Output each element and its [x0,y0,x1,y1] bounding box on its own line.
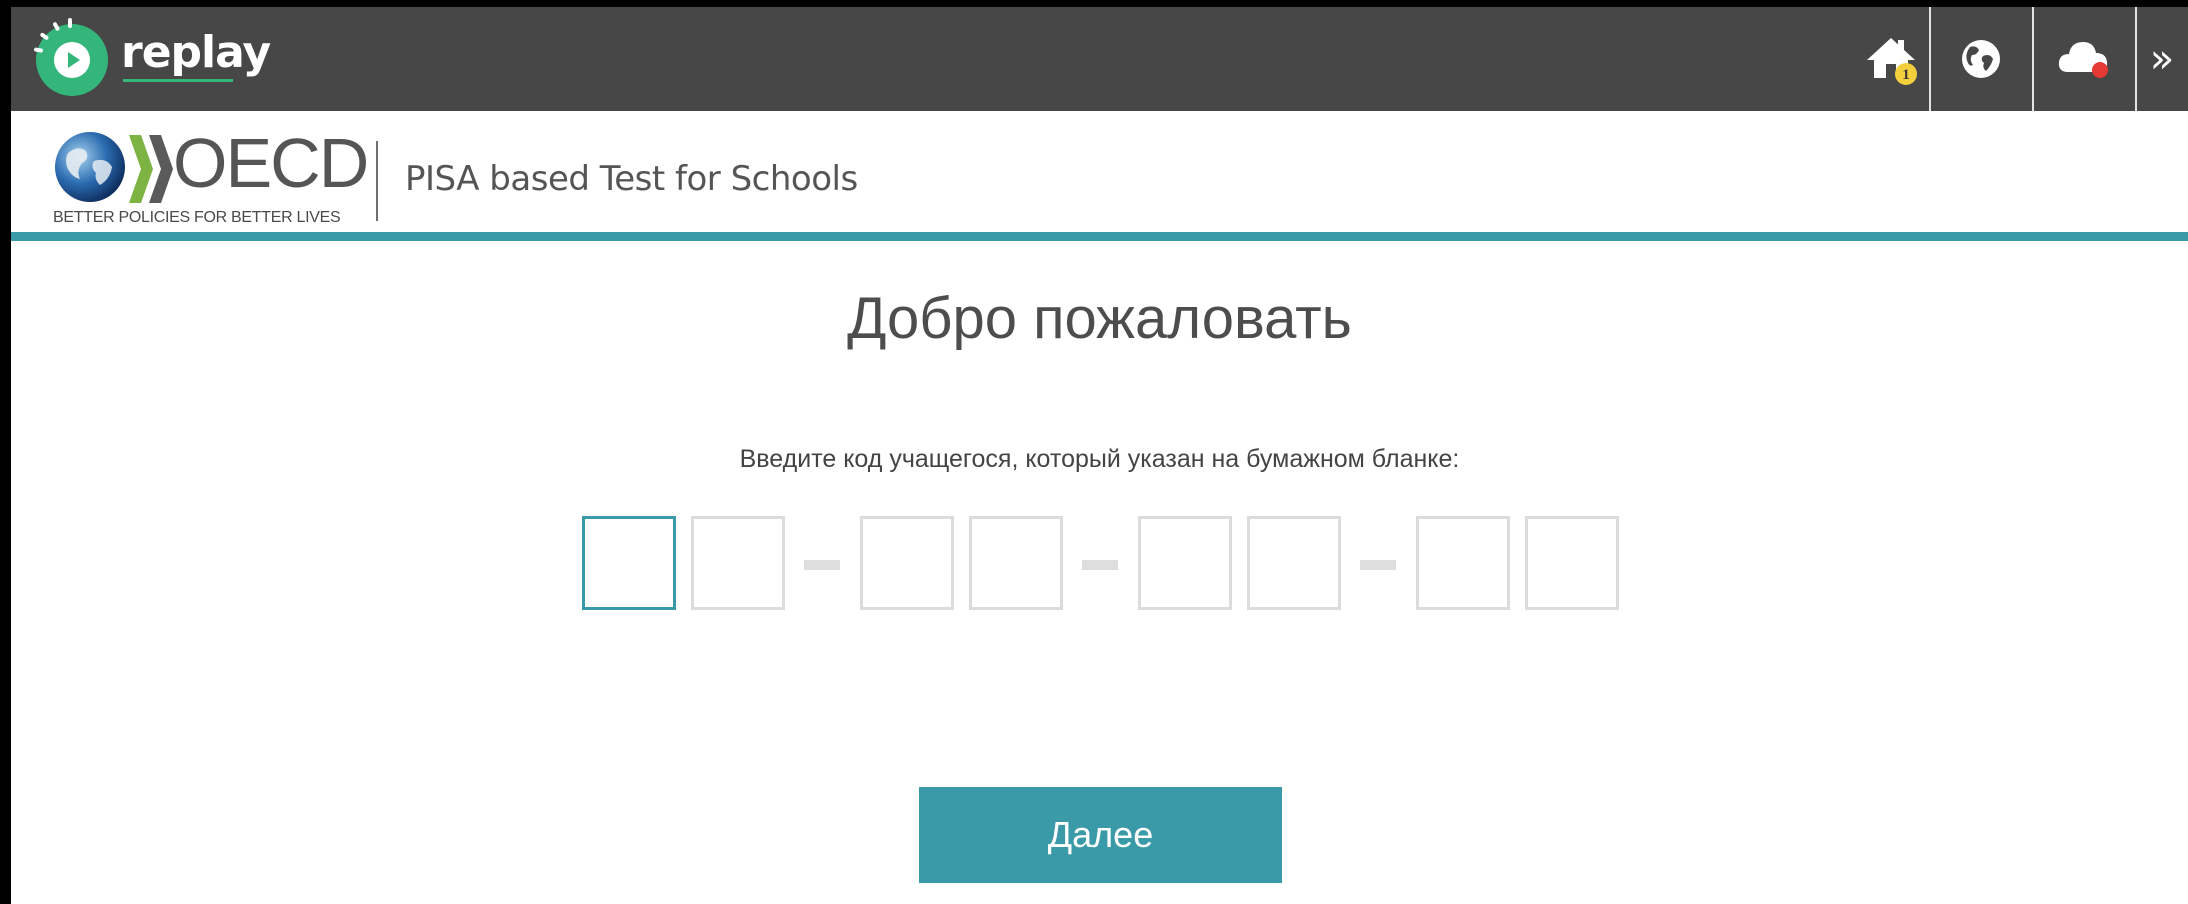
oecd-logo-text: OECD [173,124,369,202]
replay-logo-icon [34,18,108,96]
page-header: OECD BETTER POLICIES FOR BETTER LIVES PI… [11,111,2188,239]
cloud-icon [2058,42,2108,78]
globe-icon [1962,40,2000,78]
app-name: replay [121,27,271,78]
code-digit-6[interactable] [1247,516,1341,610]
code-separator [1360,560,1396,570]
instruction-text: Введите код учащегося, который указан на… [739,445,1460,473]
header-divider [376,141,378,221]
language-button[interactable] [1931,7,2031,111]
home-icon: 1 [1867,38,1917,85]
code-digit-7[interactable] [1416,516,1510,610]
oecd-tagline: BETTER POLICIES FOR BETTER LIVES [53,209,341,226]
app-window: replay 1 » OECD BETTER POLICIES FOR BETT… [11,7,2188,904]
home-badge: 1 [1902,67,1910,83]
code-digit-4[interactable] [969,516,1063,610]
header-accent-strip [11,232,2188,241]
code-digit-2[interactable] [691,516,785,610]
double-chevron-right-icon[interactable]: » [2139,7,2185,111]
home-button[interactable]: 1 [1843,7,1939,111]
oecd-globe-icon [55,132,125,202]
code-digit-3[interactable] [860,516,954,610]
page-title: PISA based Test for Schools [405,159,858,199]
next-button[interactable]: Далее [919,787,1282,883]
welcome-heading: Добро пожаловать [847,286,1352,351]
top-bar: replay 1 » [11,7,2188,111]
code-digit-8[interactable] [1525,516,1619,610]
code-digit-1[interactable] [582,516,676,610]
code-digit-5[interactable] [1138,516,1232,610]
app-name-underline [123,79,233,82]
sync-status-dot [2092,62,2108,78]
code-separator [1082,560,1118,570]
sync-button[interactable] [2034,7,2134,111]
code-separator [804,560,840,570]
toolbar-divider [2135,7,2137,111]
